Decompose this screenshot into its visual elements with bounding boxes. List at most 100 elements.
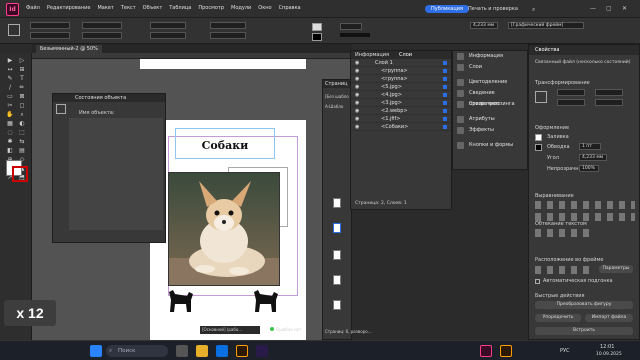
tab-info[interactable]: Информация: [355, 51, 389, 59]
menu-item[interactable]: Файл: [26, 5, 40, 11]
selection-square-icon[interactable]: [443, 61, 447, 65]
tool-icon[interactable]: ✂: [6, 102, 14, 109]
dog-silhouette-icon[interactable]: [165, 288, 195, 319]
eye-icon[interactable]: ◉: [355, 99, 359, 107]
transform-y-field[interactable]: [557, 99, 585, 106]
reference-point-icon[interactable]: [8, 24, 20, 36]
clock-time[interactable]: 12:01: [600, 344, 614, 350]
layer-row[interactable]: ◉ <2.webp>: [351, 107, 451, 115]
stroke-weight-field[interactable]: [340, 23, 362, 30]
menu-item[interactable]: Редактирование: [47, 5, 91, 11]
stroke-swatch-icon[interactable]: [535, 144, 542, 151]
master-label[interactable]: A-Шабло: [325, 104, 343, 109]
tool-icon[interactable]: ▤: [18, 147, 26, 154]
tool-icon[interactable]: ▶: [6, 57, 14, 64]
tool-icon[interactable]: ⌕: [18, 111, 26, 118]
panel-item[interactable]: Стили треппинга: [453, 99, 527, 110]
import-file-button[interactable]: Импорт файла: [585, 314, 633, 322]
tool-icon[interactable]: /: [6, 84, 14, 91]
transform-x-field[interactable]: [557, 89, 585, 96]
page-thumbnail[interactable]: [333, 250, 341, 260]
file-explorer-icon[interactable]: [196, 345, 208, 357]
x-field[interactable]: [30, 22, 70, 29]
tool-icon[interactable]: ▷: [18, 57, 26, 64]
eye-icon[interactable]: ◉: [355, 67, 359, 75]
eye-icon[interactable]: ◉: [355, 75, 359, 83]
eye-icon[interactable]: ◉: [355, 83, 359, 91]
selection-square-icon[interactable]: [443, 69, 447, 73]
corner-field[interactable]: 4,233 мм: [579, 154, 607, 161]
transform-h-field[interactable]: [595, 99, 623, 106]
panel-item[interactable]: Сведение прозрачнос...: [453, 88, 527, 107]
layer-row[interactable]: ◉ <1.jfif>: [351, 115, 451, 123]
menu-item[interactable]: Окно: [258, 5, 271, 11]
distribute-buttons[interactable]: [535, 213, 635, 221]
eye-icon[interactable]: ◉: [355, 91, 359, 99]
dog-silhouette-icon[interactable]: [250, 288, 280, 319]
arrange-button[interactable]: Упорядочить: [535, 314, 581, 322]
layer-row[interactable]: ◉ <группа>: [351, 75, 451, 83]
illustrator-icon[interactable]: [236, 345, 248, 357]
scale-y-field[interactable]: [150, 32, 186, 39]
print-review-dropdown[interactable]: Печать и проверка: [468, 6, 518, 12]
menu-item[interactable]: Просмотр: [198, 5, 224, 11]
preflight-status[interactable]: Ошибок нет: [276, 326, 301, 334]
menu-item[interactable]: Таблица: [169, 5, 191, 11]
fitting-buttons[interactable]: [535, 266, 595, 274]
panel-item[interactable]: Информация: [453, 51, 527, 62]
embed-button[interactable]: Встроить: [535, 327, 633, 335]
document-tab[interactable]: Безымянный-2 @ 50%: [36, 45, 102, 53]
minimize-icon[interactable]: —: [590, 5, 596, 12]
none-master-label[interactable]: [Без шабло: [325, 94, 349, 99]
tool-icon[interactable]: ✋: [6, 111, 14, 118]
params-button[interactable]: Параметры: [599, 265, 633, 273]
tool-icon[interactable]: ◻: [18, 102, 26, 109]
windows-start-icon[interactable]: [90, 345, 102, 357]
style-status[interactable]: [Основной] (рабо...: [200, 326, 260, 334]
app-icon[interactable]: [256, 345, 268, 357]
panel-item[interactable]: Атрибуты: [453, 114, 527, 125]
menu-item[interactable]: Макет: [97, 5, 113, 11]
dog-photo[interactable]: [168, 172, 280, 286]
tool-icon[interactable]: ▦: [6, 120, 14, 127]
menu-item[interactable]: Справка: [279, 5, 301, 11]
tool-icon[interactable]: ↔: [6, 66, 14, 73]
align-buttons[interactable]: [535, 201, 635, 209]
task-view-icon[interactable]: [176, 345, 188, 357]
fill-swatch-icon[interactable]: [535, 134, 542, 141]
object-states-icon[interactable]: [56, 104, 66, 114]
width-field[interactable]: [82, 22, 122, 29]
selection-square-icon[interactable]: [443, 77, 447, 81]
reference-point-icon[interactable]: [535, 91, 547, 103]
language-indicator[interactable]: РУС: [560, 348, 570, 354]
tool-icon[interactable]: ◐: [18, 120, 26, 127]
tool-icon[interactable]: ✱: [6, 138, 14, 145]
menu-item[interactable]: Модули: [231, 5, 251, 11]
page-thumbnail[interactable]: [333, 198, 341, 208]
layer-row[interactable]: ◉ <Собаки>: [351, 123, 451, 131]
tool-icon[interactable]: ✏: [18, 84, 26, 91]
shear-field[interactable]: [210, 32, 246, 39]
layer-row[interactable]: ◉ <3.jpg>: [351, 99, 451, 107]
tool-icon[interactable]: ▭: [6, 93, 14, 100]
menu-item[interactable]: Объект: [143, 5, 163, 11]
panel-item[interactable]: Цветоделение: [453, 77, 527, 88]
selection-square-icon[interactable]: [443, 117, 447, 121]
menu-item[interactable]: Текст: [121, 5, 136, 11]
publish-button[interactable]: Публикация: [425, 5, 469, 13]
tool-icon[interactable]: ✎: [6, 75, 14, 82]
tool-icon[interactable]: ◧: [6, 147, 14, 154]
layer-row[interactable]: ◉ <4.jpg>: [351, 91, 451, 99]
illustrator-taskbar-icon[interactable]: [500, 345, 512, 357]
panel-item[interactable]: Слои: [453, 62, 527, 73]
panel-item[interactable]: Эффекты: [453, 125, 527, 136]
tool-icon[interactable]: ⊞: [18, 66, 26, 73]
selection-square-icon[interactable]: [443, 85, 447, 89]
height-field[interactable]: [82, 32, 122, 39]
stroke-type-icon[interactable]: [340, 33, 370, 37]
tool-icon[interactable]: ⬚: [18, 129, 26, 136]
wrap-buttons[interactable]: [535, 229, 595, 237]
selection-square-icon[interactable]: [443, 125, 447, 129]
indesign-taskbar-icon[interactable]: [480, 345, 492, 357]
rotation-field[interactable]: [210, 22, 246, 29]
